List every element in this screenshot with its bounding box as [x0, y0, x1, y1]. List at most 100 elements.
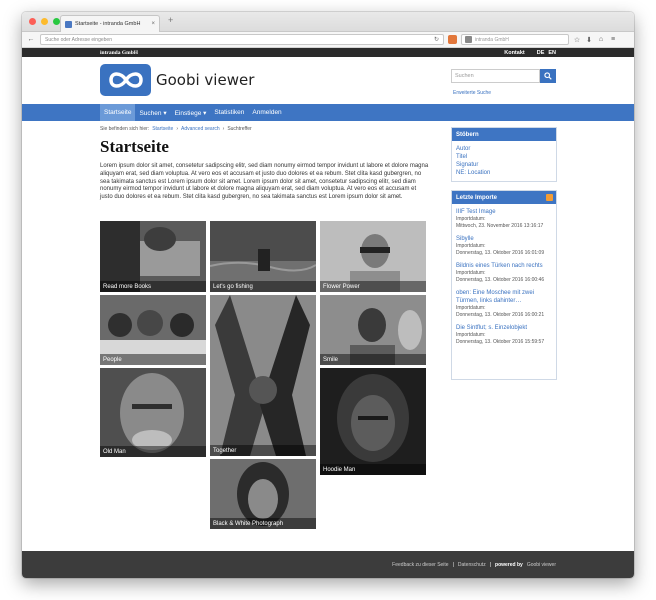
address-bar: ← Suche oder Adresse eingeben ↻ intranda… [22, 32, 634, 48]
bookmark-star-icon[interactable]: ☆ [573, 36, 581, 44]
import-date: Donnerstag, 13. Oktober 2016 16:00:21 [456, 312, 545, 318]
tile-old-man[interactable]: Old Man [100, 368, 206, 457]
import-date: Donnerstag, 13. Oktober 2016 16:01:09 [456, 250, 545, 256]
tile-bw-photograph[interactable]: Black & White Photograph [210, 459, 316, 529]
tile-caption: People [100, 354, 206, 365]
import-entry: Sibylle Importdatum: Donnerstag, 13. Okt… [456, 235, 552, 257]
reload-icon[interactable]: ↻ [434, 36, 439, 43]
tile-caption: Let's go fishing [210, 281, 316, 292]
extension-icon[interactable] [448, 35, 457, 44]
tile-books[interactable]: Read more Books [100, 221, 206, 292]
logo-icon[interactable] [100, 64, 151, 96]
import-entry: oben: Eine Moschee mit zwei Türmen, link… [456, 289, 552, 319]
close-tab-icon[interactable]: × [151, 21, 155, 27]
import-title[interactable]: Sibylle [456, 235, 552, 243]
tile-flower-power[interactable]: Flower Power [320, 221, 426, 292]
tile-people[interactable]: People [100, 295, 206, 365]
nav-item-home[interactable]: Startseite [100, 104, 136, 121]
minimize-window-button[interactable] [41, 18, 48, 25]
tab-title: Startseite - intranda GmbH [75, 21, 141, 27]
search-engine-icon [465, 36, 472, 43]
site-footer: Feedback zu dieser Seite | Datenschutz |… [22, 551, 634, 578]
back-icon[interactable]: ← [26, 36, 36, 43]
nav-item-login[interactable]: Anmelden [248, 104, 285, 121]
browse-link-title[interactable]: Titel [456, 153, 552, 161]
close-window-button[interactable] [29, 18, 36, 25]
tile-smile[interactable]: Smile [320, 295, 426, 365]
breadcrumb-separator: › [176, 126, 178, 132]
browser-tab[interactable]: Startseite - intranda GmbH × [60, 15, 160, 32]
import-title[interactable]: Die Sintflut; s. Einzelobjekt [456, 324, 552, 332]
tile-hoodie-man[interactable]: Hoodie Man [320, 368, 426, 475]
rss-icon[interactable] [546, 194, 553, 201]
search-input[interactable]: Suchen [451, 69, 540, 83]
window-controls [29, 18, 60, 25]
content-area: Sie befinden sich hier: Startseite › Adv… [22, 121, 634, 541]
tab-bar: Startseite - intranda GmbH × + [22, 12, 634, 32]
privacy-link[interactable]: Datenschutz [458, 562, 486, 568]
browse-link-location[interactable]: NE: Location [456, 169, 552, 177]
advanced-search-link[interactable]: Erweiterte Suche [453, 90, 491, 96]
favicon-icon [65, 20, 72, 28]
import-date: Mittwoch, 23. November 2016 13:16:17 [456, 223, 544, 229]
site-search: Suchen [451, 69, 556, 83]
browse-link-author[interactable]: Autor [456, 145, 552, 153]
top-strip: intranda GmbH Kontakt DE EN [22, 48, 634, 57]
maximize-window-button[interactable] [53, 18, 60, 25]
menu-icon[interactable]: ≡ [609, 36, 617, 43]
contact-link[interactable]: Kontakt [504, 50, 524, 56]
lang-de-link[interactable]: DE [537, 50, 545, 56]
tile-caption: Flower Power [320, 281, 426, 292]
tile-together[interactable]: Together [210, 295, 316, 456]
nav-item-entries[interactable]: Einstiege ▾ [171, 104, 211, 121]
hoodie-man-photo-icon [320, 368, 426, 475]
import-title[interactable]: IIIF Test Image [456, 208, 552, 216]
intro-text: Lorem ipsum dolor sit amet, consetetur s… [100, 163, 429, 201]
company-name: intranda GmbH [100, 49, 139, 56]
breadcrumb-item[interactable]: Startseite [152, 126, 173, 132]
browse-widget-title: Stöbern [452, 128, 556, 141]
import-date: Donnerstag, 13. Oktober 2016 16:00:46 [456, 277, 545, 283]
browse-widget: Stöbern Autor Titel Signatur NE: Locatio… [451, 127, 557, 182]
tile-caption: Black & White Photograph [210, 518, 316, 529]
tile-fishing[interactable]: Let's go fishing [210, 221, 316, 292]
import-label: Importdatum: [456, 332, 486, 338]
import-entry: IIIF Test Image Importdatum: Mittwoch, 2… [456, 208, 552, 230]
tile-caption: Old Man [100, 446, 206, 457]
import-label: Importdatum: [456, 243, 486, 249]
lang-en-link[interactable]: EN [548, 50, 556, 56]
tile-caption: Together [210, 445, 316, 456]
nav-item-statistics[interactable]: Statistiken [210, 104, 248, 121]
nav-item-search[interactable]: Suchen ▾ [135, 104, 170, 121]
search-button[interactable] [540, 69, 556, 83]
import-entry: Die Sintflut; s. Einzelobjekt Importdatu… [456, 324, 552, 346]
download-icon[interactable]: ⬇ [585, 36, 593, 44]
recent-imports-title: Letzte Importe [456, 194, 498, 201]
page-title: Startseite [100, 137, 169, 156]
search-icon [544, 72, 552, 80]
import-label: Importdatum: [456, 270, 486, 276]
browser-search-placeholder: intranda GmbH [475, 36, 509, 43]
import-title[interactable]: oben: Eine Moschee mit zwei Türmen, link… [456, 289, 552, 305]
url-input[interactable]: Suche oder Adresse eingeben ↻ [40, 34, 444, 45]
page-viewport: intranda GmbH Kontakt DE EN Goobi viewer… [22, 48, 634, 578]
breadcrumb-prefix: Sie befinden sich hier: [100, 126, 150, 132]
breadcrumb-item[interactable]: Advanced search [181, 126, 220, 132]
new-tab-button[interactable]: + [168, 15, 173, 25]
logo-text[interactable]: Goobi viewer [156, 71, 254, 89]
import-title[interactable]: Bildnis eines Türken nach rechts [456, 262, 552, 270]
powered-by-link[interactable]: Goobi viewer [527, 562, 556, 568]
home-icon[interactable]: ⌂ [597, 36, 605, 43]
browser-search-input[interactable]: intranda GmbH [461, 34, 569, 45]
footer-separator: | [489, 561, 492, 568]
browser-window: Startseite - intranda GmbH × + ← Suche o… [22, 12, 634, 578]
search-placeholder: Suchen [455, 73, 474, 79]
feedback-link[interactable]: Feedback zu dieser Seite [392, 562, 448, 568]
infinity-icon [108, 72, 143, 88]
import-date: Donnerstag, 13. Oktober 2016 15:59:57 [456, 339, 545, 345]
recent-imports-widget: Letzte Importe IIIF Test Image Importdat… [451, 190, 557, 380]
url-placeholder: Suche oder Adresse eingeben [45, 36, 112, 43]
browse-link-signature[interactable]: Signatur [456, 161, 552, 169]
together-photo-icon [210, 295, 316, 456]
breadcrumb-current: Suchtreffer [227, 126, 252, 132]
